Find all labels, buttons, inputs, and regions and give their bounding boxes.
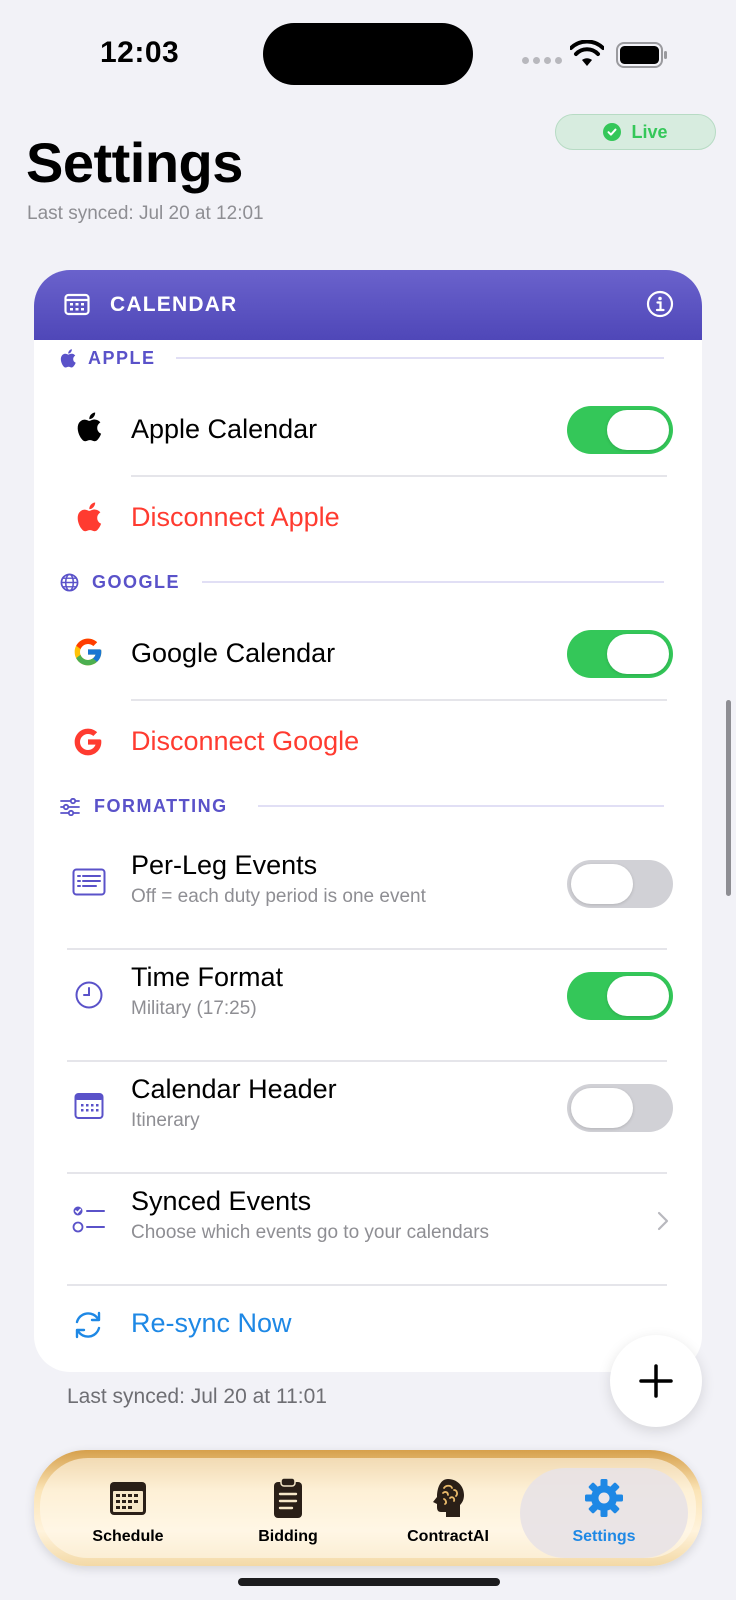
apple-calendar-toggle[interactable] — [567, 406, 673, 454]
google-calendar-label: Google Calendar — [131, 638, 336, 668]
tab-bidding[interactable]: Bidding — [208, 1450, 368, 1566]
last-synced-header: Last synced: Jul 20 at 12:01 — [27, 203, 264, 224]
page-title: Settings — [26, 131, 243, 194]
disconnect-google-label: Disconnect Google — [131, 726, 360, 756]
last-synced-footer: Last synced: Jul 20 at 11:01 — [67, 1385, 327, 1408]
checkmark-icon — [603, 123, 622, 141]
info-icon[interactable] — [646, 290, 674, 318]
resync-now-label: Re-sync Now — [131, 1308, 292, 1338]
tab-label-schedule: Schedule — [92, 1528, 164, 1545]
tab-settings[interactable]: Settings — [524, 1450, 684, 1566]
wifi-icon — [570, 40, 604, 66]
apple-calendar-row[interactable]: Apple Calendar — [34, 390, 702, 470]
synced-events-row[interactable]: Synced Events Choose which events go to … — [34, 1174, 702, 1274]
apple-logo-icon — [77, 412, 102, 442]
clock-icon — [75, 981, 103, 1009]
section-divider — [258, 805, 664, 807]
sliders-icon — [60, 797, 80, 816]
row-divider — [131, 699, 667, 701]
calendar-header-row[interactable]: Calendar Header Itinerary — [34, 1062, 702, 1162]
disconnect-apple-label: Disconnect Apple — [131, 502, 340, 532]
google-calendar-row[interactable]: Google Calendar — [34, 614, 702, 694]
refresh-icon — [75, 1311, 101, 1339]
live-label: Live — [631, 121, 668, 142]
home-indicator[interactable] — [238, 1578, 500, 1586]
synced-events-title: Synced Events — [131, 1186, 312, 1216]
live-status-badge[interactable]: Live — [555, 114, 716, 150]
section-label-google: GOOGLE — [92, 572, 181, 592]
brain-icon — [433, 1479, 464, 1517]
per-leg-events-title: Per-Leg Events — [131, 850, 318, 880]
checklist-icon — [72, 1206, 105, 1233]
calendar-header-subtitle: Itinerary — [131, 1110, 200, 1131]
disconnect-apple-button[interactable]: Disconnect Apple — [34, 480, 702, 560]
plus-icon — [639, 1364, 673, 1398]
disconnect-google-button[interactable]: Disconnect Google — [34, 704, 702, 784]
calendar-icon — [74, 1093, 104, 1119]
time-format-row[interactable]: Time Format Military (17:25) — [34, 950, 702, 1050]
add-button[interactable] — [610, 1335, 702, 1427]
section-header-google: GOOGLE — [60, 572, 180, 593]
globe-icon — [60, 573, 79, 592]
tab-label-bidding: Bidding — [258, 1528, 318, 1545]
status-time: 12:03 — [100, 36, 180, 69]
calendar-card: CALENDAR APPLE Apple Calendar Disconnect… — [34, 270, 702, 1372]
apple-logo-icon — [77, 502, 102, 532]
list-icon — [72, 868, 106, 896]
row-divider — [67, 1284, 667, 1286]
google-logo-icon — [74, 638, 102, 666]
time-format-toggle[interactable] — [567, 972, 673, 1020]
section-label-formatting: FORMATTING — [94, 796, 228, 816]
chevron-right-icon — [657, 1211, 669, 1231]
scrollbar[interactable] — [726, 700, 731, 896]
per-leg-events-row[interactable]: Per-Leg Events Off = each duty period is… — [34, 838, 702, 938]
tab-schedule[interactable]: Schedule — [48, 1450, 208, 1566]
time-format-subtitle: Military (17:25) — [131, 998, 257, 1019]
tab-label-settings: Settings — [572, 1528, 636, 1545]
tab-label-contractai: ContractAI — [407, 1528, 489, 1545]
tab-bar: Schedule Bidding ContractAI Settings — [34, 1450, 702, 1566]
per-leg-events-toggle[interactable] — [567, 860, 673, 908]
calendar-header-title: Calendar Header — [131, 1074, 337, 1104]
battery-icon — [616, 42, 667, 68]
gear-icon — [585, 1479, 623, 1517]
tab-contractai[interactable]: ContractAI — [368, 1450, 528, 1566]
resync-now-button[interactable]: Re-sync Now — [34, 1288, 594, 1368]
row-divider — [131, 475, 667, 477]
card-header: CALENDAR — [34, 270, 702, 340]
section-divider — [176, 357, 664, 359]
section-divider — [202, 581, 664, 583]
clipboard-icon — [274, 1477, 302, 1518]
google-logo-icon — [74, 728, 102, 756]
time-format-title: Time Format — [131, 962, 284, 992]
section-header-formatting: FORMATTING — [60, 796, 228, 817]
per-leg-events-subtitle: Off = each duty period is one event — [131, 886, 426, 907]
dynamic-island — [263, 23, 473, 85]
section-header-apple: APPLE — [60, 348, 156, 369]
apple-calendar-label: Apple Calendar — [131, 414, 318, 444]
section-label-apple: APPLE — [88, 348, 156, 368]
card-title: CALENDAR — [110, 293, 238, 316]
apple-logo-icon — [60, 349, 76, 368]
calendar-icon — [110, 1482, 146, 1515]
synced-events-subtitle: Choose which events go to your calendars — [131, 1222, 490, 1243]
calendar-header-toggle[interactable] — [567, 1084, 673, 1132]
google-calendar-toggle[interactable] — [567, 630, 673, 678]
calendar-icon — [64, 293, 90, 316]
cellular-signal-icon — [522, 57, 562, 64]
